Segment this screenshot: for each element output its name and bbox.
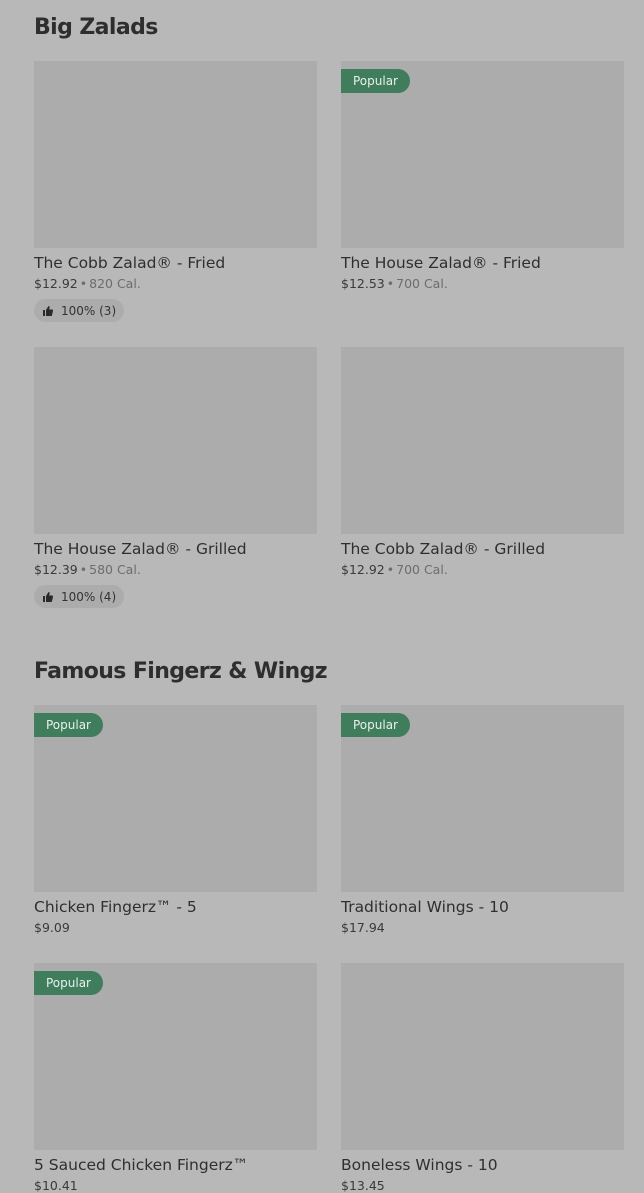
item-name: The Cobb Zalad® - Fried [34,254,226,272]
menu-item-card[interactable]: The Cobb Zalad® - Fried $12.92 • 820 Cal. … [34,61,317,322]
item-name: The House Zalad® - Grilled [34,540,247,558]
item-price: $10.41 [34,1178,78,1193]
section-title: Big Zalads [34,15,158,40]
popular-badge: Popular [34,971,103,995]
item-meta: $17.94 [341,921,624,935]
item-image[interactable] [341,963,624,1150]
item-price: $12.53 [341,276,385,291]
item-meta: $9.09 [34,921,317,935]
meta-separator: • [79,276,88,291]
item-meta: $13.45 [341,1179,624,1193]
rating-text: 100% (4) [61,589,117,604]
item-price: $13.45 [341,1178,385,1193]
menu-page: Big Zalads The Cobb Zalad® - Fried $12.9… [0,0,644,1193]
item-price: $12.92 [341,562,385,577]
item-name: Chicken Fingerz™ - 5 [34,898,197,916]
item-calories: 700 Cal. [396,562,448,577]
item-name: The House Zalad® - Fried [341,254,541,272]
popular-badge: Popular [34,713,103,737]
item-image[interactable]: Popular [341,705,624,892]
item-image[interactable] [34,61,317,248]
item-meta: $12.39 • 580 Cal. [34,563,317,577]
menu-item-card[interactable]: Popular 5 Sauced Chicken Fingerz™ $10.41 [34,963,317,1193]
rating-text: 100% (3) [61,303,117,318]
item-name: 5 Sauced Chicken Fingerz™ [34,1156,249,1174]
thumbs-up-icon [43,591,54,602]
item-image[interactable]: Popular [34,963,317,1150]
item-meta: $12.53 • 700 Cal. [341,277,624,291]
section-title: Famous Fingerz & Wingz [34,659,328,684]
item-image[interactable]: Popular [34,705,317,892]
item-meta: $10.41 [34,1179,317,1193]
item-name: Traditional Wings - 10 [341,898,509,916]
item-price: $9.09 [34,920,70,935]
item-name: The Cobb Zalad® - Grilled [341,540,546,558]
item-meta: $12.92 • 820 Cal. [34,277,317,291]
item-image[interactable]: Popular [341,61,624,248]
menu-item-card[interactable]: Popular The House Zalad® - Fried $12.53 •… [341,61,624,291]
popular-badge: Popular [341,713,410,737]
meta-separator: • [386,562,395,577]
item-image[interactable] [341,347,624,534]
popular-badge: Popular [341,69,410,93]
rating-badge: 100% (4) [34,585,125,608]
menu-item-card[interactable]: The Cobb Zalad® - Grilled $12.92 • 700 Cal… [341,347,624,577]
menu-item-card[interactable]: The House Zalad® - Grilled $12.39 • 580 Ca… [34,347,317,608]
menu-item-card[interactable]: Boneless Wings - 10 $13.45 [341,963,624,1193]
rating-badge: 100% (3) [34,299,125,322]
menu-item-card[interactable]: Popular Traditional Wings - 10 $17.94 [341,705,624,935]
item-price: $17.94 [341,920,385,935]
item-calories: 700 Cal. [396,276,448,291]
meta-separator: • [386,276,395,291]
item-meta: $12.92 • 700 Cal. [341,563,624,577]
item-calories: 580 Cal. [89,562,141,577]
item-price: $12.92 [34,276,78,291]
item-name: Boneless Wings - 10 [341,1156,498,1174]
item-price: $12.39 [34,562,78,577]
meta-separator: • [79,562,88,577]
menu-item-card[interactable]: Popular Chicken Fingerz™ - 5 $9.09 [34,705,317,935]
item-calories: 820 Cal. [89,276,141,291]
item-image[interactable] [34,347,317,534]
thumbs-up-icon [43,305,54,316]
